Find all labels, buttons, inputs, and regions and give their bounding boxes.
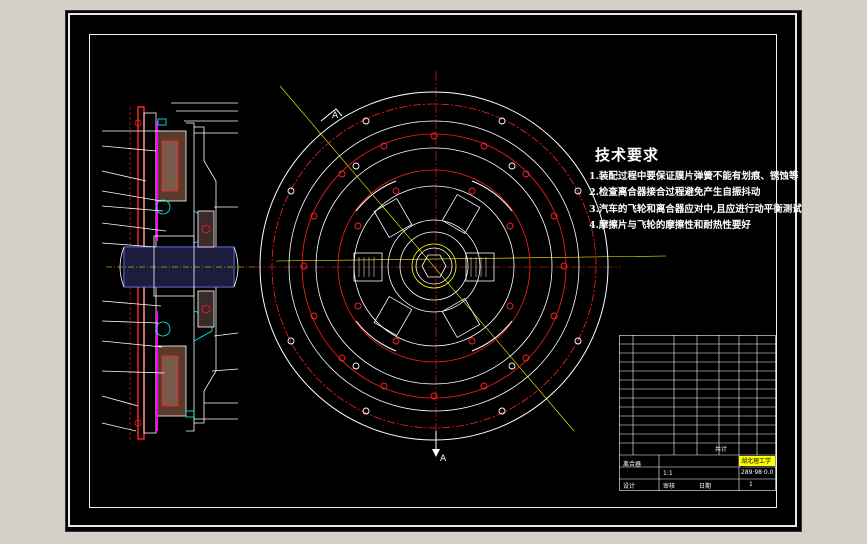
- tech-requirement-item: 3.汽车的飞轮和离合器应对中,且应进行动平衡测试: [589, 204, 802, 215]
- cad-viewport[interactable]: A A 技术要求 1.装配过程中要保证膜片弹簧不能有划痕、锈蚀等 2.检查离合器…: [66, 11, 802, 531]
- title-block-drawing-number: 289·98·0.0: [741, 469, 774, 476]
- section-mark-bottom: A: [440, 454, 447, 464]
- title-block-total: 共计: [715, 446, 728, 453]
- section-view: [101, 102, 256, 441]
- tech-requirement-item: 2.检查离合器接合过程避免产生自振抖动: [589, 187, 761, 198]
- title-block: 共计 湖北理工学院 离合器 289·98·0.0 1:1 1 设计 审核 日期: [619, 335, 776, 491]
- title-block-sheet: 1: [749, 481, 753, 488]
- tech-requirements-title: 技术要求: [595, 146, 660, 164]
- tech-requirement-item: 1.装配过程中要保证膜片弹簧不能有划痕、锈蚀等: [589, 171, 799, 182]
- title-block-designer: 设计: [623, 483, 636, 490]
- title-block-date: 日期: [699, 483, 712, 490]
- title-block-scale: 1:1: [663, 470, 673, 477]
- front-view: [251, 71, 667, 457]
- title-block-drawing-name: 离合器: [623, 461, 642, 468]
- section-mark-top: A: [332, 111, 339, 121]
- tech-requirement-item: 4.摩擦片与飞轮的摩擦性和耐热性要好: [589, 220, 751, 231]
- title-block-checker: 审核: [663, 483, 676, 490]
